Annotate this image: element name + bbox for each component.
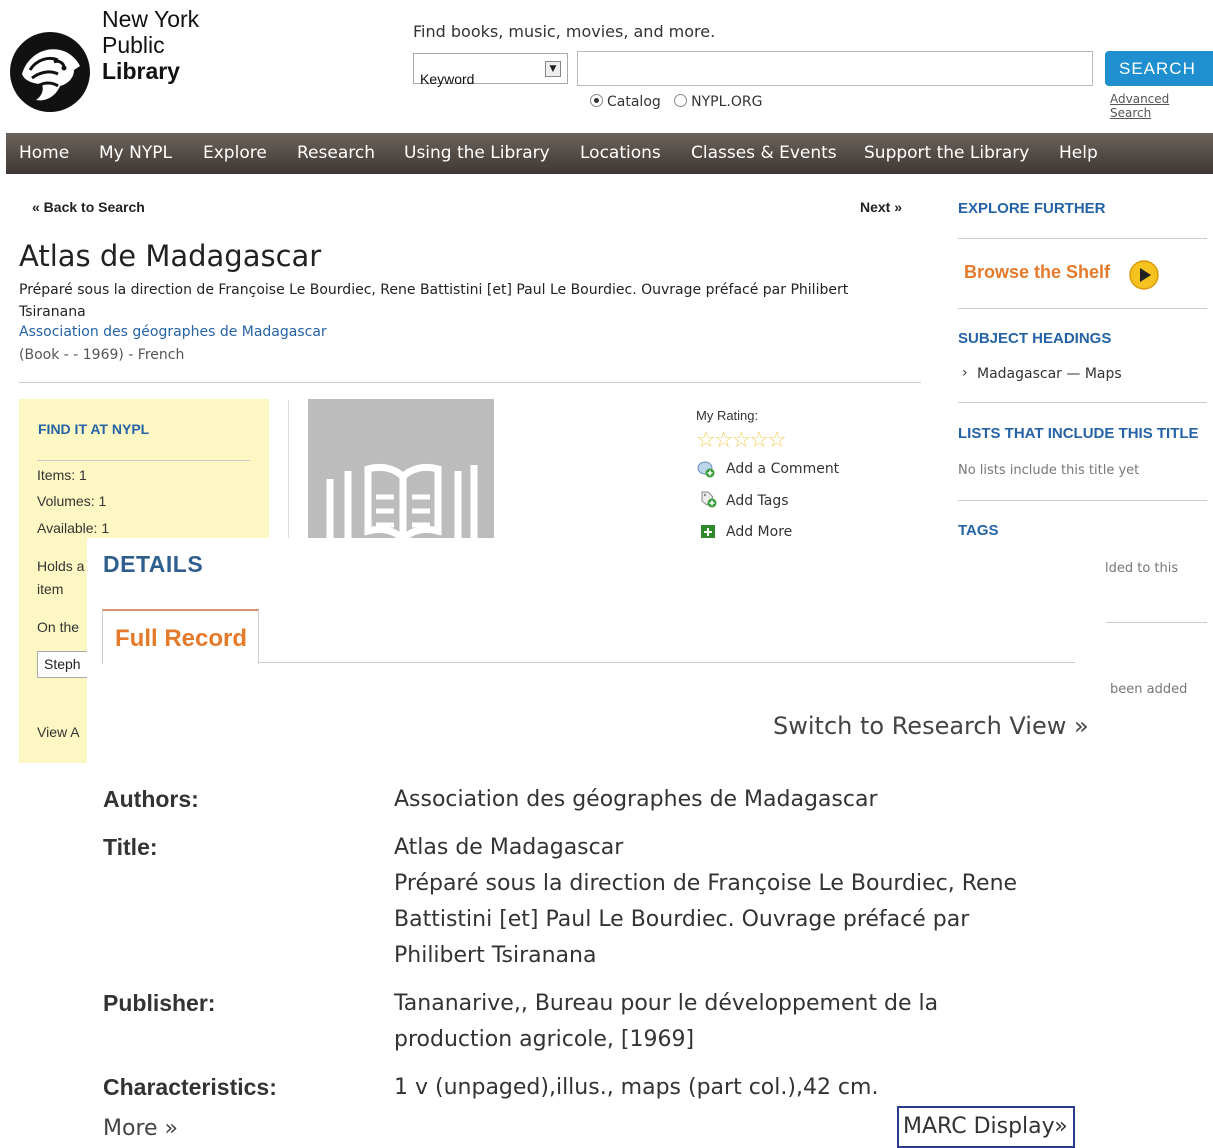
radio-nypl-org[interactable] — [674, 94, 688, 107]
title-value-line-3: Battistini [et] Paul Le Bourdiec. Ouvrag… — [394, 907, 970, 932]
tags-heading: TAGS — [958, 522, 999, 539]
divider — [958, 402, 1207, 403]
nav-using-the-library[interactable]: Using the Library — [404, 143, 550, 163]
divider — [958, 500, 1207, 501]
nav-my-nypl[interactable]: My NYPL — [99, 143, 172, 163]
record-format-meta: (Book - - 1969) - French — [19, 347, 185, 363]
authors-label: Authors: — [103, 786, 199, 812]
been-added-text: been added — [1110, 682, 1188, 697]
subject-headings-heading: SUBJECT HEADINGS — [958, 330, 1112, 347]
publisher-label: Publisher: — [103, 990, 216, 1016]
chevron-right-icon: › — [962, 365, 968, 381]
radio-catalog[interactable] — [590, 94, 603, 107]
explore-further-heading: EXPLORE FURTHER — [958, 200, 1106, 217]
logo-line-2: Public — [102, 32, 165, 58]
divider — [288, 400, 289, 540]
title-value-line-2: Préparé sous la direction de Françoise L… — [394, 871, 1018, 896]
find-it-heading: FIND IT AT NYPL — [38, 421, 150, 437]
nav-classes-events[interactable]: Classes & Events — [691, 143, 837, 163]
publisher-value-line-2: production agricole, [1969] — [394, 1027, 695, 1052]
lists-heading: LISTS THAT INCLUDE THIS TITLE — [958, 425, 1199, 442]
divider — [958, 308, 1207, 309]
volumes-count: Volumes: 1 — [37, 493, 107, 509]
authors-value[interactable]: Association des géographes de Madagascar — [394, 782, 878, 818]
nav-research[interactable]: Research — [297, 143, 375, 163]
divider — [1106, 622, 1207, 623]
nav-help[interactable]: Help — [1059, 143, 1098, 163]
my-rating-label: My Rating: — [696, 408, 759, 423]
star-icon[interactable]: ☆ — [714, 428, 734, 453]
star-icon[interactable]: ☆ — [767, 428, 787, 453]
characteristics-value: 1 v (unpaged),illus., maps (part col.),4… — [394, 1075, 879, 1100]
divider — [37, 460, 250, 461]
radio-nypl-org-label[interactable]: NYPL.ORG — [691, 94, 762, 110]
search-button[interactable]: SEARCH — [1105, 51, 1213, 86]
nypl-lion-logo-icon[interactable] — [8, 30, 92, 114]
search-prompt: Find books, music, movies, and more. — [413, 22, 716, 41]
subject-link[interactable]: Madagascar — Maps — [977, 366, 1122, 382]
logo-line-1: New York — [102, 6, 200, 32]
add-comment-link[interactable]: Add a Comment — [726, 461, 839, 477]
nav-support-the-library[interactable]: Support the Library — [864, 143, 1029, 163]
back-to-search-link[interactable]: « Back to Search — [32, 199, 145, 215]
title-value-line-1: Atlas de Madagascar — [394, 835, 624, 860]
holds-text: Holds a — [37, 558, 85, 574]
rating-stars[interactable]: ☆☆☆☆☆ — [696, 428, 787, 453]
search-input[interactable] — [577, 51, 1093, 86]
main-nav: Home My NYPL Explore Research Using the … — [6, 133, 1213, 174]
lists-empty-text: No lists include this title yet — [958, 463, 1140, 478]
title-value-line-4: Philibert Tsiranana — [394, 943, 597, 968]
star-icon[interactable]: ☆ — [749, 428, 769, 453]
radio-catalog-label[interactable]: Catalog — [607, 94, 661, 110]
characteristics-label: Characteristics: — [103, 1074, 277, 1100]
logo-line-3: Library — [102, 58, 180, 84]
marc-display-button[interactable]: MARC Display» — [897, 1106, 1075, 1148]
switch-to-research-view-link[interactable]: Switch to Research View » — [773, 712, 1089, 740]
library-logo-text[interactable]: New York Public Library — [102, 6, 199, 84]
divider — [19, 382, 921, 383]
divider — [958, 238, 1207, 239]
tab-full-record-label: Full Record — [115, 625, 248, 652]
details-heading: DETAILS — [103, 551, 204, 577]
title-label: Title: — [103, 834, 158, 860]
book-cover-placeholder — [308, 399, 494, 539]
star-icon[interactable]: ☆ — [731, 428, 751, 453]
add-tags-link[interactable]: Add Tags — [726, 493, 789, 509]
advanced-search-link[interactable]: Advanced Search — [1110, 92, 1213, 120]
add-comment-icon[interactable] — [697, 460, 715, 478]
record-statement: Préparé sous la direction de Françoise L… — [19, 282, 849, 320]
publisher-value-line-1: Tananarive,, Bureau pour le développemen… — [394, 991, 939, 1016]
tags-empty-text: lded to this — [1105, 561, 1179, 576]
tab-full-record[interactable]: Full Record — [102, 609, 259, 664]
play-icon[interactable] — [1128, 259, 1160, 291]
view-availability-link[interactable]: View A — [37, 724, 80, 740]
search-scope-radios: Catalog NYPL.ORG — [590, 94, 762, 110]
chevron-down-icon[interactable]: ▼ — [545, 61, 561, 77]
page-title: Atlas de Madagascar — [19, 239, 322, 273]
nav-explore[interactable]: Explore — [203, 143, 267, 163]
browse-the-shelf-link[interactable]: Browse the Shelf — [964, 262, 1110, 283]
search-type-select[interactable]: Keyword ▼ — [413, 53, 568, 87]
items-count: Items: 1 — [37, 467, 87, 483]
search-type-value: Keyword — [420, 71, 475, 87]
open-book-icon — [326, 463, 478, 539]
holds-text-2: item — [37, 581, 64, 597]
next-record-link[interactable]: Next » — [860, 199, 902, 215]
star-icon[interactable]: ☆ — [696, 428, 716, 453]
nav-locations[interactable]: Locations — [580, 143, 661, 163]
nav-home[interactable]: Home — [19, 143, 69, 163]
on-the-shelf-label: On the — [37, 619, 80, 635]
author-link[interactable]: Association des géographes de Madagascar — [19, 324, 327, 340]
available-count: Available: 1 — [37, 520, 110, 536]
more-link[interactable]: More » — [103, 1116, 178, 1141]
add-tags-icon[interactable] — [699, 490, 717, 508]
